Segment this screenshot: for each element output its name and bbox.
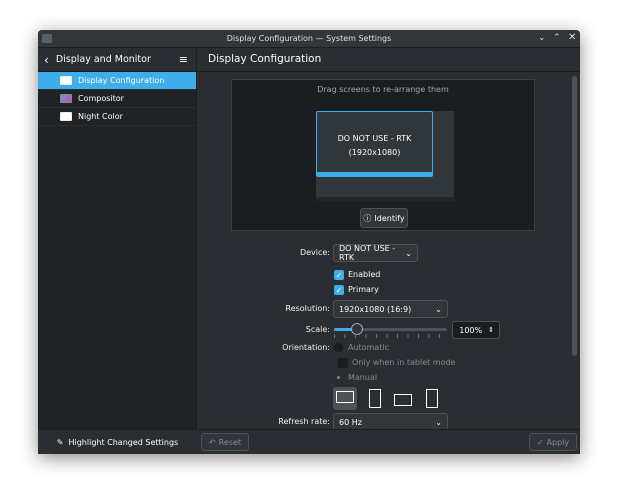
monitor-icon [60, 76, 72, 85]
orientation-portrait-right-button[interactable] [426, 389, 438, 408]
primary-label: Primary [348, 285, 379, 294]
tablet-mode-checkbox[interactable] [338, 358, 348, 368]
resolution-label: Resolution: [285, 304, 331, 313]
brush-icon: ✎ [56, 437, 64, 447]
title-bar: Display Configuration — System Settings … [38, 30, 580, 48]
sidebar-item-compositor[interactable]: Compositor [38, 90, 196, 108]
resolution-value: 1920x1080 (16:9) [339, 304, 412, 314]
spin-arrows-icon[interactable]: ⇕ [488, 326, 494, 334]
minimize-icon[interactable]: ⌄ [538, 33, 546, 43]
chevron-down-icon: ⌄ [405, 248, 412, 258]
primary-checkbox[interactable]: ✓ [334, 285, 344, 295]
orientation-label: Orientation: [282, 343, 330, 352]
refresh-rate-label: Refresh rate: [278, 417, 330, 426]
identify-label: Identify [374, 213, 405, 223]
scale-spinbox[interactable]: 100% ⇕ [452, 321, 500, 339]
compositor-icon [60, 94, 72, 103]
sidebar-item-night-color[interactable]: Night Color [38, 108, 196, 126]
automatic-radio[interactable] [334, 343, 343, 352]
tablet-mode-label: Only when in tablet mode [352, 358, 456, 367]
chevron-down-icon: ⌄ [435, 304, 442, 314]
manual-label: Manual [348, 373, 378, 382]
reset-label: Reset [218, 437, 242, 447]
enabled-label: Enabled [348, 270, 381, 279]
highlight-changed-settings-button[interactable]: ✎ Highlight Changed Settings [38, 429, 197, 454]
orientation-inverted-button[interactable] [394, 394, 412, 406]
identify-button[interactable]: ⓘ Identify [360, 208, 408, 228]
info-icon: ⓘ [363, 213, 372, 223]
sidebar-item-display-configuration[interactable]: Display Configuration [38, 72, 196, 90]
refresh-rate-value: 60 Hz [339, 417, 362, 427]
sidebar-title: Display and Monitor [55, 54, 151, 65]
highlight-label: Highlight Changed Settings [68, 437, 179, 447]
sidebar-item-label: Compositor [78, 94, 124, 103]
scale-ticks [334, 334, 447, 338]
sidebar: ‹ Display and Monitor ≡ Display Configur… [38, 48, 197, 454]
menu-icon[interactable]: ≡ [179, 53, 188, 66]
monitor-icon [60, 112, 72, 121]
enabled-checkbox[interactable]: ✓ [334, 270, 344, 280]
arrange-hint: Drag screens to re-arrange them [317, 85, 449, 94]
orientation-portrait-left-button[interactable] [369, 389, 381, 408]
check-icon: ✓ [536, 437, 544, 447]
scale-slider[interactable] [334, 323, 447, 335]
device-label: Device: [299, 248, 330, 257]
device-combo[interactable]: DO NOT USE - RTK ⌄ [333, 244, 418, 262]
screen-name: DO NOT USE - RTK [337, 134, 412, 143]
apply-button[interactable]: ✓ Apply [529, 433, 577, 451]
automatic-label: Automatic [348, 343, 390, 352]
scrollbar[interactable] [572, 76, 577, 356]
maximize-icon[interactable]: ⌃ [553, 33, 561, 43]
screen-resolution: (1920x1080) [348, 148, 401, 157]
reset-button[interactable]: ↶ Reset [201, 433, 249, 451]
sidebar-header: ‹ Display and Monitor ≡ [38, 48, 196, 72]
apply-label: Apply [546, 437, 570, 447]
window-title: Display Configuration — System Settings [226, 34, 392, 43]
sidebar-item-label: Night Color [78, 112, 123, 121]
screen-arrangement-area[interactable]: Drag screens to re-arrange them DO NOT U… [231, 79, 535, 231]
screen-output[interactable]: DO NOT USE - RTK (1920x1080) [316, 111, 433, 177]
footer-bar: ↶ Reset ✓ Apply [198, 429, 580, 454]
undo-icon: ↶ [208, 437, 216, 447]
scale-value: 100% [459, 325, 483, 335]
resolution-combo[interactable]: 1920x1080 (16:9) ⌄ [333, 300, 448, 318]
chevron-down-icon: ⌄ [435, 417, 442, 427]
sidebar-item-label: Display Configuration [78, 76, 165, 85]
landscape-icon [336, 391, 354, 403]
manual-radio[interactable] [337, 376, 340, 379]
scale-label: Scale: [305, 325, 330, 334]
back-icon[interactable]: ‹ [44, 53, 49, 67]
device-value: DO NOT USE - RTK [339, 244, 396, 262]
page-title: Display Configuration [198, 48, 580, 72]
orientation-landscape-button[interactable] [333, 387, 357, 410]
settings-window: Display Configuration — System Settings … [38, 30, 580, 454]
close-icon[interactable]: ✕ [568, 32, 576, 43]
